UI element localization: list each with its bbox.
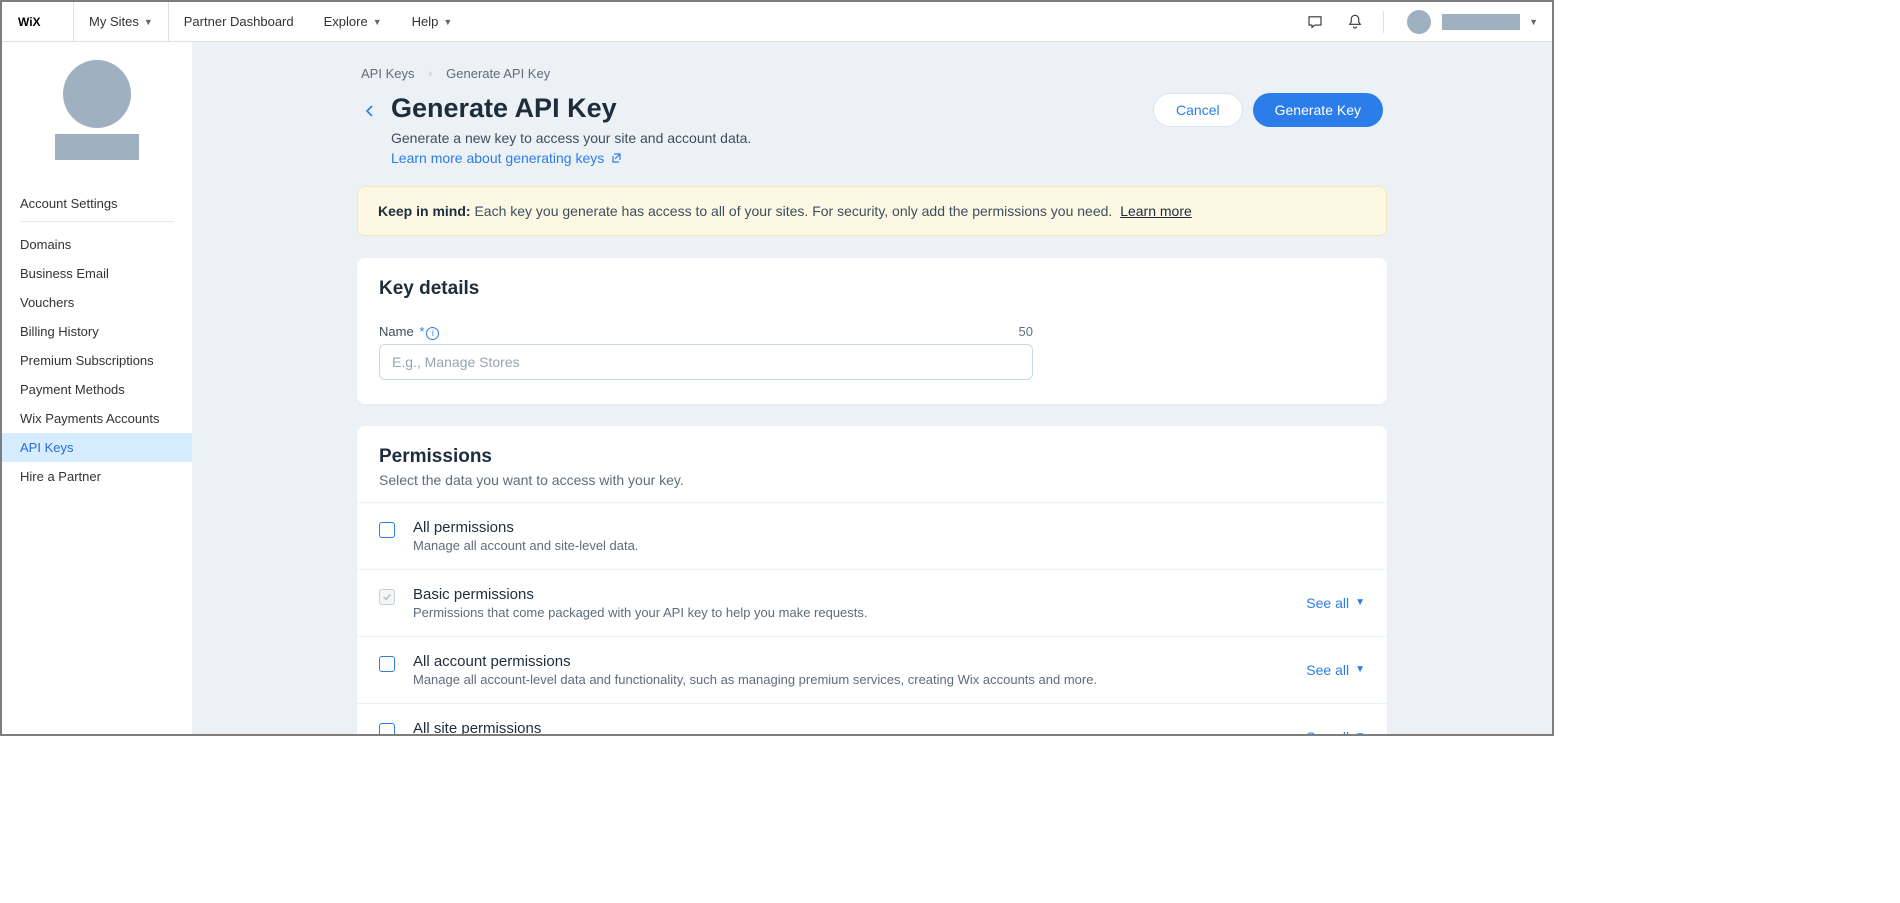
- inbox-icon[interactable]: [1295, 2, 1335, 42]
- perm-row-site: All site permissions Manage all site-lev…: [357, 703, 1387, 735]
- nav-my-sites-label: My Sites: [89, 14, 139, 29]
- perm-desc: Permissions that come packaged with your…: [413, 605, 1306, 620]
- back-button[interactable]: [361, 97, 379, 125]
- sidebar-item-premium-subscriptions[interactable]: Premium Subscriptions: [2, 346, 192, 375]
- perm-title: All account permissions: [413, 653, 1306, 670]
- name-field-label: Name *i: [379, 324, 439, 340]
- chevron-down-icon: ▼: [1355, 731, 1365, 734]
- sidebar-item-billing-history[interactable]: Billing History: [2, 317, 192, 346]
- nav-partner-dashboard-label: Partner Dashboard: [184, 14, 294, 29]
- avatar-icon: [63, 60, 131, 128]
- checkbox-basic-permissions: [379, 589, 395, 605]
- nav-my-sites[interactable]: My Sites ▼: [74, 2, 169, 42]
- breadcrumb-current: Generate API Key: [446, 66, 550, 81]
- divider: [20, 221, 174, 222]
- permissions-heading: Permissions: [379, 446, 1365, 468]
- name-label-text: Name: [379, 324, 414, 339]
- sidebar: Account Settings Domains Business Email …: [2, 42, 192, 734]
- sidebar-item-wix-payments-accounts[interactable]: Wix Payments Accounts: [2, 404, 192, 433]
- generate-key-button[interactable]: Generate Key: [1253, 93, 1383, 127]
- see-all-basic[interactable]: See all ▼: [1306, 595, 1365, 611]
- key-details-card: Key details Name *i 50: [357, 258, 1387, 404]
- perm-title: Basic permissions: [413, 586, 1306, 603]
- info-icon[interactable]: i: [426, 327, 439, 340]
- nav-help[interactable]: Help ▼: [397, 2, 468, 42]
- profile-name-placeholder: [55, 134, 139, 160]
- chevron-down-icon: ▼: [1529, 17, 1538, 27]
- svg-text:WiX: WiX: [18, 15, 41, 29]
- breadcrumb-root[interactable]: API Keys: [361, 66, 414, 81]
- notice-text: Each key you generate has access to all …: [474, 203, 1112, 219]
- perm-row-basic: Basic permissions Permissions that come …: [357, 569, 1387, 636]
- nav-help-label: Help: [412, 14, 439, 29]
- wix-logo[interactable]: WiX: [2, 2, 74, 42]
- user-menu[interactable]: ▼: [1392, 2, 1552, 42]
- sidebar-heading: Account Settings: [2, 188, 192, 221]
- chevron-right-icon: ›: [428, 68, 432, 80]
- chevron-down-icon: ▼: [373, 17, 382, 27]
- breadcrumb: API Keys › Generate API Key: [357, 66, 1387, 93]
- nav-explore[interactable]: Explore ▼: [309, 2, 397, 42]
- checkbox-all-permissions[interactable]: [379, 522, 395, 538]
- sidebar-profile: [2, 60, 192, 160]
- avatar-icon: [1407, 10, 1431, 34]
- permissions-card: Permissions Select the data you want to …: [357, 426, 1387, 735]
- sidebar-item-vouchers[interactable]: Vouchers: [2, 288, 192, 317]
- external-link-icon: [610, 152, 622, 164]
- main-content: API Keys › Generate API Key Generate API…: [192, 42, 1552, 734]
- user-name-placeholder: [1442, 14, 1520, 30]
- page-subtitle: Generate a new key to access your site a…: [391, 130, 751, 146]
- sidebar-item-api-keys[interactable]: API Keys: [2, 433, 192, 462]
- see-all-site[interactable]: See all ▼: [1306, 729, 1365, 735]
- key-details-heading: Key details: [379, 278, 1365, 300]
- page-title: Generate API Key: [391, 93, 751, 124]
- notifications-icon[interactable]: [1335, 2, 1375, 42]
- learn-more-label: Learn more about generating keys: [391, 150, 604, 166]
- checkbox-account-permissions[interactable]: [379, 656, 395, 672]
- chevron-down-icon: ▼: [1355, 597, 1365, 608]
- divider: [1383, 11, 1384, 33]
- sidebar-item-payment-methods[interactable]: Payment Methods: [2, 375, 192, 404]
- sidebar-item-hire-a-partner[interactable]: Hire a Partner: [2, 462, 192, 491]
- chevron-down-icon: ▼: [144, 17, 153, 27]
- chevron-down-icon: ▼: [1355, 664, 1365, 675]
- sidebar-item-domains[interactable]: Domains: [2, 230, 192, 259]
- name-char-count: 50: [1019, 324, 1033, 340]
- learn-more-link[interactable]: Learn more about generating keys: [391, 150, 622, 166]
- see-all-label: See all: [1306, 729, 1349, 735]
- perm-row-account: All account permissions Manage all accou…: [357, 636, 1387, 703]
- key-name-input[interactable]: [379, 344, 1033, 380]
- required-asterisk: *: [419, 324, 424, 339]
- permissions-subtitle: Select the data you want to access with …: [379, 472, 1365, 488]
- chevron-down-icon: ▼: [443, 17, 452, 27]
- top-header: WiX My Sites ▼ Partner Dashboard Explore…: [2, 2, 1552, 42]
- notice-prefix: Keep in mind:: [378, 203, 471, 219]
- checkbox-site-permissions[interactable]: [379, 723, 395, 735]
- see-all-label: See all: [1306, 662, 1349, 678]
- perm-row-all: All permissions Manage all account and s…: [357, 502, 1387, 569]
- perm-title: All permissions: [413, 519, 1365, 536]
- see-all-account[interactable]: See all ▼: [1306, 662, 1365, 678]
- perm-desc: Manage all account and site-level data.: [413, 538, 1365, 553]
- perm-desc: Manage all account-level data and functi…: [413, 672, 1306, 687]
- perm-title: All site permissions: [413, 720, 1306, 735]
- nav-partner-dashboard[interactable]: Partner Dashboard: [169, 2, 309, 42]
- sidebar-item-business-email[interactable]: Business Email: [2, 259, 192, 288]
- nav-explore-label: Explore: [324, 14, 368, 29]
- notice-learn-more-link[interactable]: Learn more: [1120, 203, 1192, 219]
- page-header: Generate API Key Generate a new key to a…: [357, 93, 1387, 186]
- notice-banner: Keep in mind: Each key you generate has …: [357, 186, 1387, 236]
- see-all-label: See all: [1306, 595, 1349, 611]
- cancel-button[interactable]: Cancel: [1153, 93, 1243, 127]
